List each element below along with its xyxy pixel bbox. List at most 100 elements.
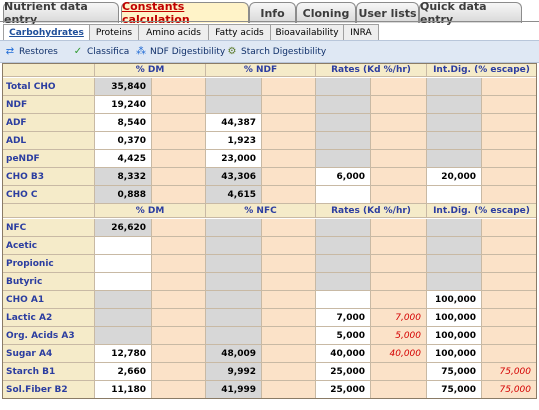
value-cell bbox=[262, 150, 316, 168]
value-cell bbox=[316, 255, 371, 273]
value-input[interactable]: 19,240 bbox=[95, 96, 152, 114]
value-cell bbox=[482, 150, 537, 168]
value-cell bbox=[152, 381, 206, 399]
value-cell: 5,000 bbox=[371, 327, 427, 345]
value-input[interactable]: 0,370 bbox=[95, 132, 152, 150]
value-input[interactable]: 6,000 bbox=[316, 168, 371, 186]
value-cell bbox=[152, 219, 206, 237]
value-cell bbox=[316, 114, 371, 132]
value-cell bbox=[262, 132, 316, 150]
value-input[interactable]: 40,000 bbox=[316, 345, 371, 363]
value-input[interactable] bbox=[316, 186, 371, 204]
value-cell bbox=[152, 186, 206, 204]
value-cell bbox=[427, 150, 482, 168]
row-label: ADL bbox=[2, 132, 95, 150]
value-cell bbox=[427, 114, 482, 132]
value-cell bbox=[427, 273, 482, 291]
value-cell bbox=[482, 345, 537, 363]
value-cell bbox=[371, 219, 427, 237]
value-input[interactable]: 8,540 bbox=[95, 114, 152, 132]
value-cell bbox=[482, 186, 537, 204]
value-cell bbox=[482, 327, 537, 345]
value-cell bbox=[152, 255, 206, 273]
value-cell bbox=[316, 237, 371, 255]
value-cell bbox=[152, 168, 206, 186]
value-cell bbox=[482, 78, 537, 96]
value-cell bbox=[427, 132, 482, 150]
value-input[interactable]: 20,000 bbox=[427, 168, 482, 186]
value-cell bbox=[152, 327, 206, 345]
value-cell bbox=[262, 219, 316, 237]
value-input[interactable]: 4,425 bbox=[95, 150, 152, 168]
column-header: Int.Dig. (% escape) bbox=[427, 204, 537, 218]
value-cell bbox=[206, 273, 262, 291]
value-input[interactable]: 2,660 bbox=[95, 363, 152, 381]
value-input[interactable]: 100,000 bbox=[427, 291, 482, 309]
value-cell: 8,332 bbox=[95, 168, 152, 186]
value-input[interactable]: 75,000 bbox=[427, 381, 482, 399]
value-cell bbox=[206, 327, 262, 345]
row-label: CHO B3 bbox=[2, 168, 95, 186]
value-cell bbox=[152, 132, 206, 150]
value-cell bbox=[316, 219, 371, 237]
value-input[interactable] bbox=[316, 291, 371, 309]
value-input[interactable] bbox=[427, 186, 482, 204]
value-input[interactable] bbox=[95, 237, 152, 255]
value-cell bbox=[427, 78, 482, 96]
value-cell bbox=[152, 345, 206, 363]
value-cell: 75,000 bbox=[482, 381, 537, 399]
grid-header-corner bbox=[2, 63, 95, 77]
value-cell bbox=[262, 363, 316, 381]
grid-header-corner bbox=[2, 204, 95, 218]
value-cell bbox=[262, 114, 316, 132]
value-cell bbox=[371, 273, 427, 291]
row-label: CHO C bbox=[2, 186, 95, 204]
row-label: CHO A1 bbox=[2, 291, 95, 309]
value-input[interactable]: 100,000 bbox=[427, 309, 482, 327]
value-cell bbox=[427, 96, 482, 114]
value-cell bbox=[262, 255, 316, 273]
value-cell bbox=[262, 96, 316, 114]
value-input[interactable]: 7,000 bbox=[316, 309, 371, 327]
value-cell bbox=[262, 327, 316, 345]
value-cell bbox=[152, 237, 206, 255]
value-cell bbox=[152, 291, 206, 309]
value-input[interactable]: 44,387 bbox=[206, 114, 262, 132]
column-header: Int.Dig. (% escape) bbox=[427, 63, 537, 77]
value-cell bbox=[262, 345, 316, 363]
value-cell bbox=[482, 237, 537, 255]
value-cell bbox=[152, 309, 206, 327]
value-input[interactable] bbox=[95, 255, 152, 273]
value-cell bbox=[482, 132, 537, 150]
value-cell bbox=[482, 291, 537, 309]
value-cell bbox=[371, 381, 427, 399]
value-input[interactable]: 100,000 bbox=[427, 327, 482, 345]
value-input[interactable]: 5,000 bbox=[316, 327, 371, 345]
value-cell bbox=[371, 114, 427, 132]
value-cell bbox=[262, 273, 316, 291]
value-input[interactable]: 11,180 bbox=[95, 381, 152, 399]
value-input[interactable] bbox=[95, 273, 152, 291]
value-cell bbox=[262, 78, 316, 96]
row-label: NDF bbox=[2, 96, 95, 114]
value-input[interactable]: 12,780 bbox=[95, 345, 152, 363]
value-cell bbox=[206, 78, 262, 96]
value-cell bbox=[262, 309, 316, 327]
value-input[interactable]: 25,000 bbox=[316, 381, 371, 399]
row-label: NFC bbox=[2, 219, 95, 237]
value-cell: 43,306 bbox=[206, 168, 262, 186]
value-input[interactable]: 75,000 bbox=[427, 363, 482, 381]
row-label: Propionic bbox=[2, 255, 95, 273]
value-cell bbox=[152, 150, 206, 168]
value-input[interactable]: 100,000 bbox=[427, 345, 482, 363]
value-input[interactable]: 23,000 bbox=[206, 150, 262, 168]
constants-grid: % DM% NDF Rates (Kd %/hr) Int.Dig. (% esca… bbox=[0, 0, 539, 410]
value-input[interactable]: 1,923 bbox=[206, 132, 262, 150]
value-cell bbox=[316, 150, 371, 168]
value-cell bbox=[262, 381, 316, 399]
value-cell bbox=[152, 96, 206, 114]
column-header: Rates (Kd %/hr) bbox=[316, 204, 427, 218]
row-label: Org. Acids A3 bbox=[2, 327, 95, 345]
value-input[interactable]: 25,000 bbox=[316, 363, 371, 381]
value-cell: 9,992 bbox=[206, 363, 262, 381]
